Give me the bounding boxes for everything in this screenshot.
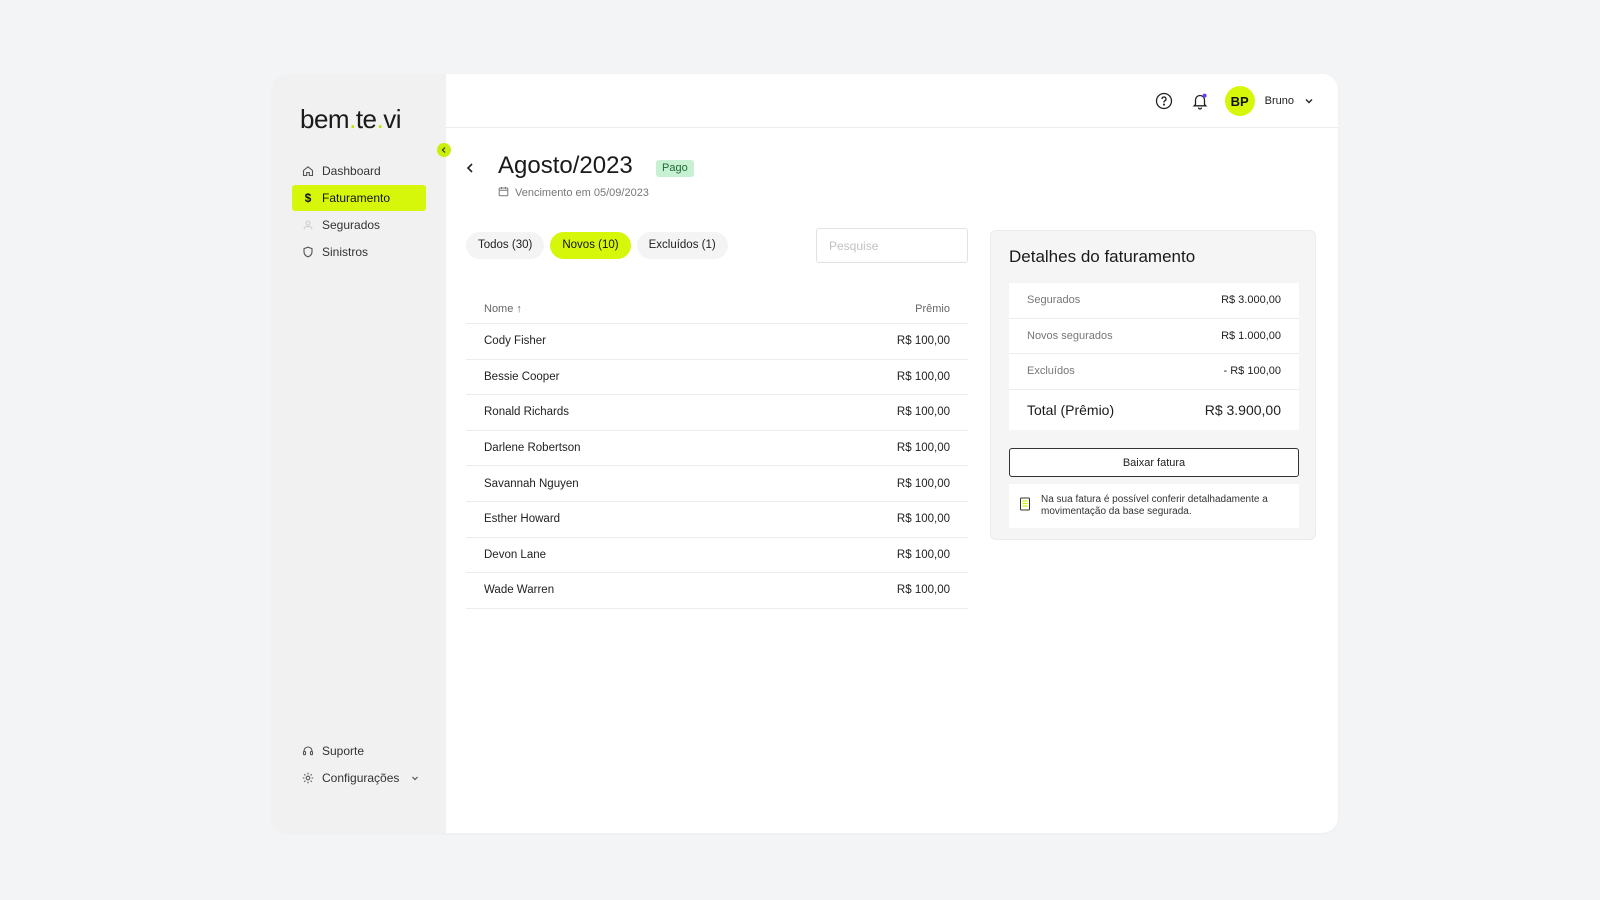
sidebar-bottom-nav: Suporte Configurações: [292, 738, 432, 792]
table-row[interactable]: Cody Fisher R$ 100,00: [466, 324, 968, 360]
status-badge: Pago: [656, 160, 694, 177]
chevron-down-icon[interactable]: [1302, 90, 1316, 112]
summary-value: R$ 3.000,00: [1221, 294, 1281, 307]
sidebar-item-configuracoes[interactable]: Configurações: [292, 765, 432, 791]
sidebar-item-faturamento[interactable]: $ Faturamento: [292, 185, 426, 211]
sidebar: bem.te.vi Dashboard $ Faturamento Segura…: [272, 74, 446, 833]
summary-label: Excluídos: [1027, 365, 1075, 378]
table-header: Nome ↑ Prêmio: [466, 294, 968, 324]
sidebar-item-suporte[interactable]: Suporte: [292, 738, 432, 764]
logo[interactable]: bem.te.vi: [300, 104, 402, 135]
cell-premium: R$ 100,00: [896, 442, 950, 455]
help-icon[interactable]: [1153, 90, 1175, 112]
filter-tabs: Todos (30) Novos (10) Excluídos (1): [466, 232, 728, 259]
chevron-down-icon: [409, 772, 421, 784]
table-row[interactable]: Esther Howard R$ 100,00: [466, 502, 968, 538]
cell-name: Darlene Robertson: [484, 442, 581, 455]
cell-premium: R$ 100,00: [896, 335, 950, 348]
sidebar-item-label: Faturamento: [322, 191, 391, 205]
back-button[interactable]: [460, 158, 480, 178]
top-actions: BP Bruno: [1153, 86, 1316, 116]
cell-premium: R$ 100,00: [896, 406, 950, 419]
tab-todos[interactable]: Todos (30): [466, 232, 545, 259]
summary-total-row: Total (Prêmio) R$ 3.900,00: [1009, 390, 1299, 430]
download-invoice-button[interactable]: Baixar fatura: [1009, 448, 1299, 477]
summary-row: Excluídos - R$ 100,00: [1009, 354, 1299, 390]
due-date-text: Vencimento em 05/09/2023: [515, 187, 649, 199]
sidebar-item-label: Configurações: [322, 771, 400, 785]
summary-label: Novos segurados: [1027, 329, 1113, 342]
table-row[interactable]: Darlene Robertson R$ 100,00: [466, 431, 968, 467]
cell-name: Savannah Nguyen: [484, 477, 579, 490]
cell-name: Wade Warren: [484, 584, 555, 597]
search-input[interactable]: [816, 228, 968, 263]
insured-table: Nome ↑ Prêmio Cody Fisher R$ 100,00 Bessi…: [466, 294, 968, 609]
billing-details-panel: Detalhes do faturamento Segurados R$ 3.00…: [990, 230, 1316, 540]
cell-name: Devon Lane: [484, 548, 547, 561]
summary-value: R$ 1.000,00: [1221, 329, 1281, 342]
tab-excluidos[interactable]: Excluídos (1): [636, 232, 728, 259]
summary-row: Novos segurados R$ 1.000,00: [1009, 319, 1299, 355]
cell-premium: R$ 100,00: [896, 370, 950, 383]
table-row[interactable]: Devon Lane R$ 100,00: [466, 538, 968, 574]
gear-icon: [302, 772, 314, 784]
table-row[interactable]: Savannah Nguyen R$ 100,00: [466, 466, 968, 502]
sidebar-nav: Dashboard $ Faturamento Segurados Sinist…: [292, 158, 426, 266]
sidebar-item-label: Sinistros: [322, 245, 369, 259]
cell-premium: R$ 100,00: [896, 477, 950, 490]
total-label: Total (Prêmio): [1027, 401, 1115, 418]
tab-novos[interactable]: Novos (10): [550, 232, 631, 259]
summary-list: Segurados R$ 3.000,00 Novos segurados R$ 1…: [1009, 283, 1299, 430]
table-row[interactable]: Wade Warren R$ 100,00: [466, 573, 968, 609]
invoice-note-text: Na sua fatura é possível conferir detalh…: [1041, 493, 1268, 518]
document-icon: [1019, 497, 1031, 516]
page-title: Agosto/2023: [498, 152, 633, 179]
sidebar-item-label: Dashboard: [322, 164, 381, 178]
app-window: bem.te.vi Dashboard $ Faturamento Segura…: [272, 74, 1338, 833]
sidebar-item-label: Segurados: [322, 218, 381, 232]
calendar-icon: [498, 186, 509, 200]
cell-name: Ronald Richards: [484, 406, 570, 419]
sidebar-item-segurados[interactable]: Segurados: [292, 212, 426, 238]
column-header-premio[interactable]: Prêmio: [915, 303, 950, 315]
dollar-icon: $: [304, 191, 312, 205]
due-date: Vencimento em 05/09/2023: [498, 186, 649, 200]
cell-name: Bessie Cooper: [484, 370, 560, 383]
user-name[interactable]: Bruno: [1265, 95, 1294, 107]
cell-premium: R$ 100,00: [896, 584, 950, 597]
summary-label: Segurados: [1027, 294, 1081, 307]
summary-value: - R$ 100,00: [1223, 365, 1281, 378]
sidebar-item-label: Suporte: [322, 744, 365, 758]
topbar: BP Bruno: [446, 74, 1338, 128]
table-row[interactable]: Ronald Richards R$ 100,00: [466, 395, 968, 431]
invoice-note: Na sua fatura é possível conferir detalh…: [1009, 484, 1299, 528]
cell-name: Cody Fisher: [484, 335, 546, 348]
cell-premium: R$ 100,00: [896, 548, 950, 561]
total-value: R$ 3.900,00: [1204, 401, 1281, 418]
cell-name: Esther Howard: [484, 513, 561, 526]
cell-premium: R$ 100,00: [896, 513, 950, 526]
sidebar-item-sinistros[interactable]: Sinistros: [292, 239, 426, 265]
home-icon: [302, 165, 314, 177]
details-title: Detalhes do faturamento: [1009, 247, 1196, 266]
table-row[interactable]: Bessie Cooper R$ 100,00: [466, 360, 968, 396]
users-icon: [302, 219, 314, 231]
column-header-nome[interactable]: Nome ↑: [484, 303, 522, 315]
sidebar-item-dashboard[interactable]: Dashboard: [292, 158, 426, 184]
bell-icon[interactable]: [1189, 90, 1211, 112]
summary-row: Segurados R$ 3.000,00: [1009, 283, 1299, 319]
headset-icon: [302, 745, 314, 757]
shield-icon: [302, 246, 314, 258]
avatar[interactable]: BP: [1224, 86, 1255, 116]
collapse-sidebar-button[interactable]: [437, 143, 451, 157]
